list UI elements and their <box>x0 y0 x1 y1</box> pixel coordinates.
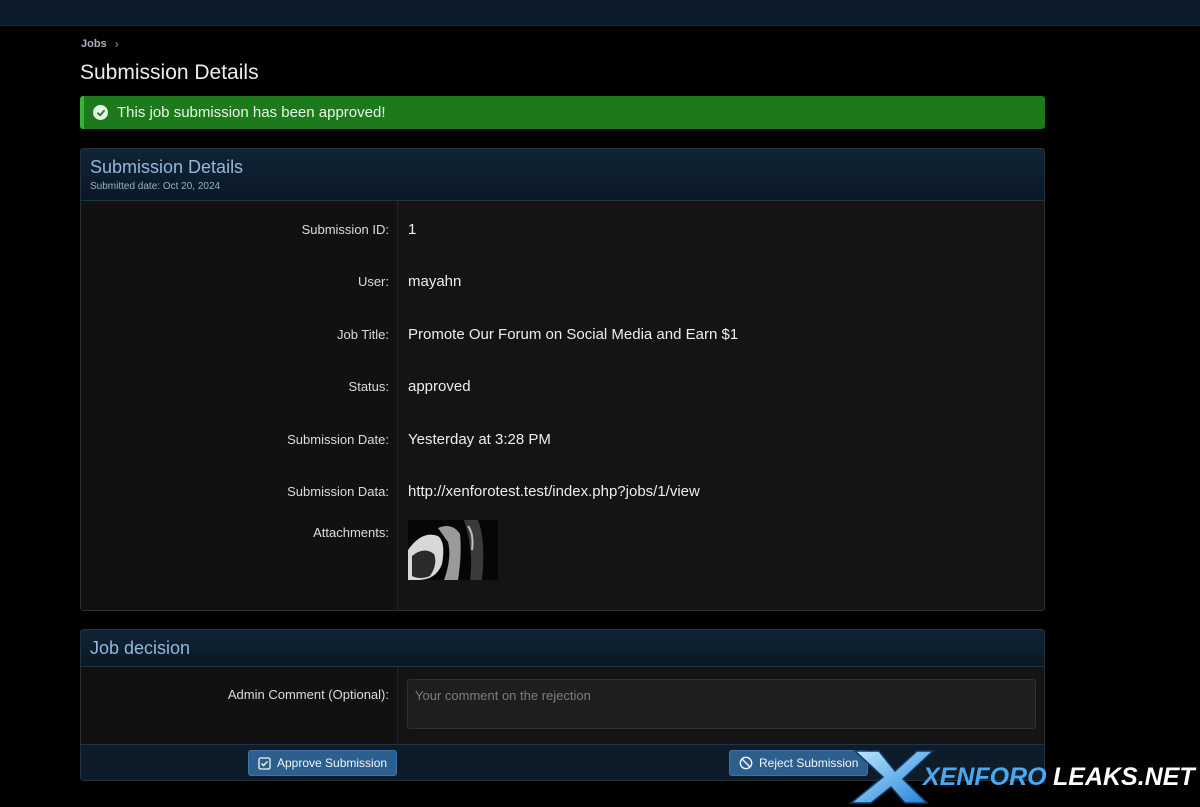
chevron-right-icon: › <box>114 37 119 51</box>
job-title-link[interactable]: Promote Our Forum on Social Media and Ea… <box>398 326 738 343</box>
breadcrumb: Jobs › <box>81 37 119 51</box>
decision-title: Job decision <box>90 638 191 658</box>
detail-row-submission-date: Submission Date: Yesterday at 3:28 PM <box>81 413 1044 466</box>
attachment-thumbnail[interactable] <box>408 520 498 580</box>
top-navigation-bar <box>0 0 1200 26</box>
detail-row-submission-data: Submission Data: http://xenforotest.test… <box>81 466 1044 519</box>
details-header: Submission Details Submitted date: Oct 2… <box>81 149 1044 201</box>
detail-row-user: User: mayahn <box>81 256 1044 309</box>
admin-comment-input[interactable]: Your comment on the rejection <box>407 679 1036 729</box>
x-logo-icon: XENFORO LEAKS.NET <box>848 750 1197 804</box>
detail-label: Status: <box>348 379 389 395</box>
detail-row-submission-id: Submission ID: 1 <box>81 203 1044 256</box>
admin-comment-label: Admin Comment (Optional): <box>227 687 389 702</box>
detail-label: Submission ID: <box>301 221 389 237</box>
submission-details-block: Submission Details Submitted date: Oct 2… <box>80 148 1045 611</box>
user-link[interactable]: mayahn <box>398 273 461 290</box>
detail-row-job-title: Job Title: Promote Our Forum on Social M… <box>81 308 1044 361</box>
watermark-brand: XENFORO <box>921 763 1047 791</box>
submitted-date: Submitted date: Oct 20, 2024 <box>90 181 221 192</box>
page-title: Submission Details <box>80 61 259 84</box>
decision-header: Job decision <box>81 630 1044 667</box>
details-rows: Submission ID: 1 User: mayahn Job Title:… <box>81 201 1044 610</box>
alert-message: This job submission has been approved! <box>117 104 386 121</box>
submission-data-link[interactable]: http://xenforotest.test/index.php?jobs/1… <box>398 483 700 500</box>
status-value: approved <box>408 378 471 396</box>
detail-label: Job Title: <box>336 326 389 342</box>
detail-label: Attachments: <box>313 525 389 540</box>
reject-label: Reject Submission <box>759 756 859 770</box>
success-alert: This job submission has been approved! <box>80 96 1045 129</box>
detail-label: User: <box>357 274 389 290</box>
detail-row-attachments: Attachments: <box>81 518 1044 598</box>
details-title: Submission Details <box>90 157 244 177</box>
ban-icon <box>739 756 753 770</box>
watermark-suffix: LEAKS.NET <box>1053 763 1197 791</box>
detail-label: Submission Date: <box>287 431 389 447</box>
approve-submission-button[interactable]: Approve Submission <box>248 750 398 776</box>
check-circle-icon <box>93 105 108 120</box>
detail-label: Submission Data: <box>287 484 389 500</box>
checkbox-checked-icon <box>258 756 271 770</box>
approve-label: Approve Submission <box>277 756 388 770</box>
detail-row-status: Status: approved <box>81 361 1044 414</box>
submission-date-value: Yesterday at 3:28 PM <box>408 430 551 448</box>
watermark-logo: XENFORO LEAKS.NET <box>845 745 1200 807</box>
detail-value: 1 <box>408 220 417 238</box>
breadcrumb-item-jobs[interactable]: Jobs <box>81 38 107 50</box>
